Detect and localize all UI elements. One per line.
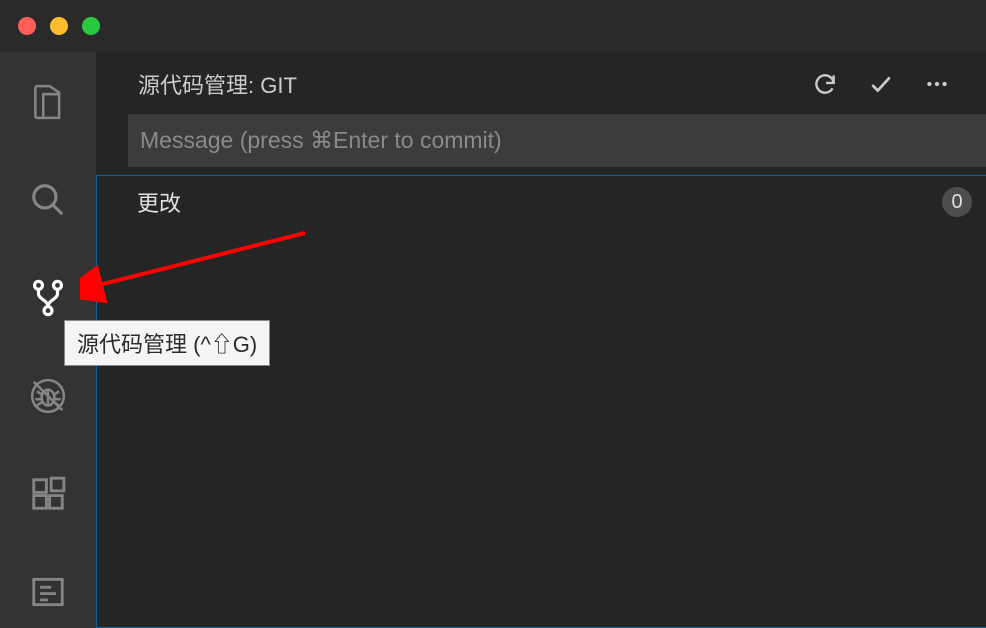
other-panel-icon[interactable] — [28, 572, 68, 612]
commit-message-input[interactable] — [128, 114, 986, 167]
changes-section[interactable]: 更改 0 — [96, 175, 986, 628]
changes-label: 更改 — [137, 186, 181, 218]
window-maximize-button[interactable] — [82, 17, 100, 35]
search-icon[interactable] — [28, 180, 68, 220]
source-control-tooltip: 源代码管理 (^⇧G) — [64, 320, 270, 366]
window-close-button[interactable] — [18, 17, 36, 35]
source-control-icon[interactable] — [28, 278, 68, 318]
extensions-icon[interactable] — [28, 474, 68, 514]
debug-icon[interactable] — [28, 376, 68, 416]
panel-title: 源代码管理: GIT — [138, 68, 297, 100]
titlebar — [0, 0, 986, 52]
more-actions-icon[interactable] — [924, 71, 950, 97]
commit-icon[interactable] — [868, 71, 894, 97]
refresh-icon[interactable] — [812, 71, 838, 97]
explorer-icon[interactable] — [28, 82, 68, 122]
window-minimize-button[interactable] — [50, 17, 68, 35]
changes-count-badge: 0 — [942, 187, 972, 217]
